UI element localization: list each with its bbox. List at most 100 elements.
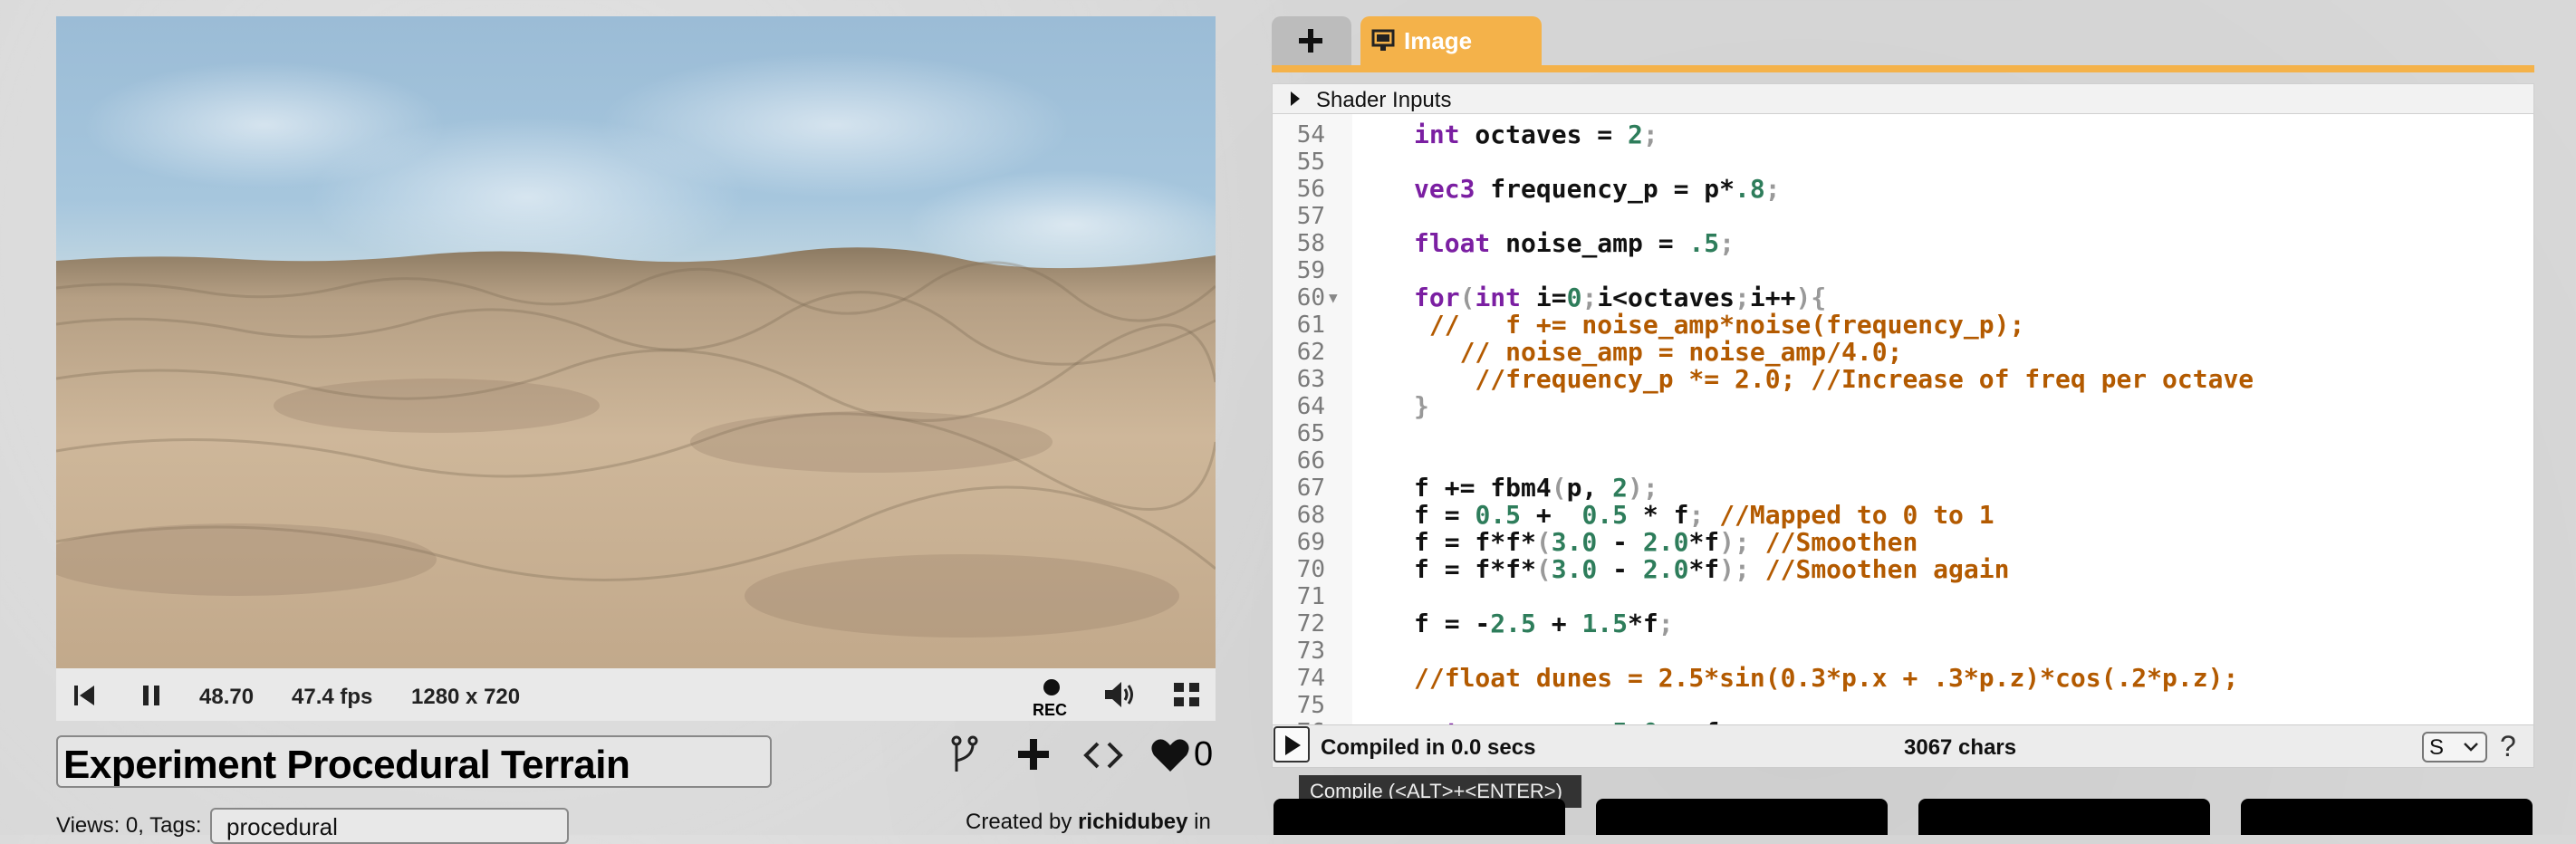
code-token: ( (1535, 554, 1552, 584)
code-token: //Smoothen (1764, 527, 1918, 557)
tab-bar-underline (1272, 65, 2534, 72)
channel-slot-1[interactable] (1596, 799, 1888, 835)
shader-inputs-toggle[interactable]: Shader Inputs (1272, 83, 2534, 114)
code-token: i++ (1749, 283, 1796, 312)
channel-slot-2[interactable] (1918, 799, 2210, 835)
code-token: noise_amp = (1490, 228, 1689, 258)
code-line: 57 (1273, 203, 2532, 230)
code-token: ; (1719, 228, 1735, 258)
code-token: p.y - (1505, 717, 1612, 725)
code-token: // noise_amp = noise_amp/4.0; (1414, 337, 1903, 367)
code-token: ); (1719, 554, 1765, 584)
tags-field[interactable]: procedural (210, 808, 569, 844)
line-number: 60 (1296, 284, 1325, 312)
line-number: 55 (1296, 149, 1325, 176)
code-line: 67 f += fbm4(p, 2); (1273, 475, 2532, 503)
code-token: *f (1688, 527, 1720, 557)
help-icon[interactable]: ? (2500, 730, 2516, 763)
code-token: ; (1735, 283, 1750, 312)
channel-slot-3[interactable] (2241, 799, 2533, 835)
code-token: .8 (1735, 174, 1765, 204)
shader-viewport-canvas[interactable] (56, 16, 1216, 668)
line-number: 75 (1296, 692, 1325, 719)
code-text: // noise_amp = noise_amp/4.0; (1414, 337, 1903, 367)
code-token: //frequency_p *= 2.0; //Increase of freq… (1414, 364, 2254, 394)
line-number: 68 (1296, 502, 1325, 529)
fps-display: 47.4 fps (292, 685, 373, 709)
code-token: f = f*f* (1414, 554, 1536, 584)
line-number: 56 (1296, 176, 1325, 203)
shader-title-field[interactable]: Experiment Procedural Terrain (56, 735, 772, 788)
code-token: + (1521, 500, 1582, 530)
code-token: float (1414, 228, 1491, 258)
author-link[interactable]: richidubey (1078, 810, 1187, 834)
code-token: frequency_p = p* (1475, 174, 1735, 204)
code-token: f += fbm4 (1414, 473, 1552, 503)
code-token: ; (1764, 174, 1781, 204)
code-editor[interactable]: 54 int octaves = 2; 55 56 vec3 frequency_p =… (1272, 114, 2534, 724)
tab-add-buffer[interactable] (1272, 16, 1351, 65)
code-line: 68 f = 0.5 + 0.5 * f; //Mapped to 0 to 1 (1273, 502, 2532, 530)
code-line: 74 //float dunes = 2.5*sin(0.3*p.x + .3*p… (1273, 665, 2532, 693)
tab-image[interactable]: Image (1360, 16, 1542, 65)
code-line: 71 (1273, 583, 2532, 610)
like-count: 0 (1194, 735, 1214, 773)
rendered-terrain-image (56, 53, 1216, 668)
heart-icon[interactable] (1150, 737, 1190, 773)
code-text: float noise_amp = .5; (1414, 230, 1735, 257)
line-number: 67 (1296, 475, 1325, 502)
code-text: f = 0.5 + 0.5 * f; //Mapped to 0 to 1 (1414, 502, 1994, 529)
line-number: 59 (1296, 257, 1325, 284)
code-line: 69 f = f*f*(3.0 - 2.0*f); //Smoothen (1273, 527, 2532, 557)
code-token: ; (1642, 120, 1658, 149)
shader-title: Experiment Procedural Terrain (63, 743, 630, 787)
add-icon[interactable] (1016, 737, 1051, 772)
fork-icon[interactable] (949, 735, 980, 775)
record-icon[interactable] (1042, 677, 1062, 697)
code-token: { (1811, 283, 1827, 312)
code-token: 0.5 (1475, 500, 1522, 530)
code-line: 63 //frequency_p *= 2.0; //Increase of f… (1273, 366, 2532, 394)
code-line: 60 ▼ for(int i=0;i<octaves;i++){ (1273, 284, 2532, 312)
code-token: * f (1628, 500, 1689, 530)
code-token: //Mapped to 0 to 1 (1719, 500, 1994, 530)
volume-icon[interactable] (1103, 679, 1138, 710)
code-token: // f += noise_amp*noise(frequency_p); (1414, 310, 2025, 340)
code-token: *f (1628, 609, 1658, 638)
pause-icon[interactable] (141, 683, 161, 708)
channel-slot-0[interactable] (1274, 799, 1565, 835)
code-text: //frequency_p *= 2.0; //Increase of freq… (1414, 366, 2254, 393)
code-token: octaves = (1459, 120, 1629, 149)
code-token: f = f*f* (1414, 527, 1536, 557)
code-token: ); (1719, 527, 1765, 557)
tags-value: procedural (226, 813, 338, 840)
record-label: REC (1033, 701, 1068, 719)
code-token: p, (1566, 473, 1613, 503)
embed-icon[interactable] (1083, 741, 1123, 770)
line-number: 72 (1296, 610, 1325, 638)
code-token: 2.0 (1642, 527, 1689, 557)
fullscreen-icon[interactable] (1172, 681, 1201, 708)
code-text: f += fbm4(p, 2); (1414, 475, 1658, 502)
code-text: f = f*f*(3.0 - 2.0*f); //Smoothen again (1414, 556, 2009, 583)
rewind-icon[interactable] (72, 683, 96, 708)
char-count: 3067 chars (1904, 735, 2017, 760)
code-token: f = - (1414, 609, 1491, 638)
created-by-suffix: in (1187, 810, 1211, 834)
code-line: 73 (1273, 638, 2532, 665)
line-number: 71 (1296, 583, 1325, 610)
code-text: int octaves = 2; (1414, 121, 1658, 149)
code-token: for (1414, 283, 1460, 312)
compile-button[interactable] (1274, 726, 1310, 762)
code-token: i= (1521, 283, 1567, 312)
code-token: return (1414, 717, 1505, 725)
code-line: 75 (1273, 692, 2532, 719)
code-line: 72 f = -2.5 + 1.5*f; (1273, 610, 2532, 638)
font-size-select[interactable]: S (2422, 732, 2487, 762)
code-token: - f (1658, 717, 1720, 725)
code-text: } (1414, 393, 1429, 420)
code-line: 66 (1273, 447, 2532, 475)
fold-arrow-icon[interactable]: ▼ (1329, 284, 1338, 312)
code-line: 56 vec3 frequency_p = p*.8; (1273, 174, 2532, 204)
code-token: ; (1581, 283, 1598, 312)
